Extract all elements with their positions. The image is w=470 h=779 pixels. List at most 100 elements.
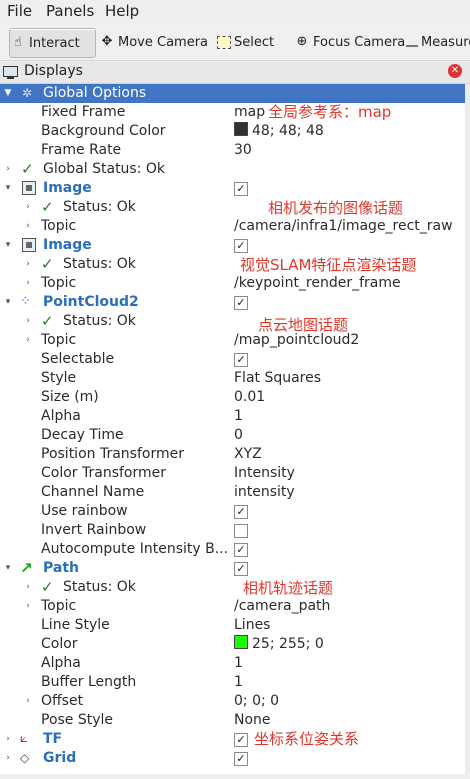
tree-row-pointcloud2[interactable]: ▾ ⁘ PointCloud2 ✓ — [0, 293, 465, 312]
expand-arrow-icon[interactable]: › — [23, 331, 33, 350]
menu-file[interactable]: File — [7, 2, 32, 20]
tree-row-size[interactable]: Size (m) 0.01 — [0, 388, 465, 407]
expand-arrow-icon[interactable]: › — [23, 274, 33, 293]
pointcloud2-enabled-checkbox[interactable]: ✓ — [234, 296, 248, 310]
tree-row-pointcloud2-topic[interactable]: › Topic /map_pointcloud2 — [0, 331, 465, 350]
autocompute-intensity-checkbox[interactable]: ✓ — [234, 543, 248, 557]
fixed-frame-value[interactable]: map — [234, 103, 265, 122]
global-status-label: Global Status: Ok — [43, 161, 166, 177]
channel-name-value[interactable]: intensity — [234, 483, 295, 502]
tree-row-global-status[interactable]: › ✓ Global Status: Ok — [0, 160, 465, 179]
expand-arrow-icon[interactable]: › — [23, 692, 33, 711]
alpha-value[interactable]: 1 — [234, 407, 243, 426]
tree-row-image-2-status[interactable]: › ✓ Status: Ok 视觉SLAM特征点渲染话题 — [0, 255, 465, 274]
expand-arrow-icon[interactable]: › — [23, 217, 33, 236]
focus-camera-button[interactable]: ⊕ Focus Camera — [294, 28, 406, 56]
tree-row-buffer-length[interactable]: Buffer Length 1 — [0, 673, 465, 692]
tree-row-channel-name[interactable]: Channel Name intensity — [0, 483, 465, 502]
tree-row-decay-time[interactable]: Decay Time 0 — [0, 426, 465, 445]
tree-row-tf[interactable]: › ⟀ TF ✓ 坐标系位姿关系 — [0, 730, 465, 749]
tree-row-path-status[interactable]: › ✓ Status: Ok 相机轨迹话题 — [0, 578, 465, 597]
expand-arrow-icon[interactable]: › — [3, 749, 13, 768]
collapse-arrow-icon[interactable]: ▼ — [3, 84, 13, 103]
tree-row-invert-rainbow[interactable]: Invert Rainbow — [0, 521, 465, 540]
tree-row-fixed-frame[interactable]: Fixed Frame map 全局参考系：map — [0, 103, 465, 122]
grid-enabled-checkbox[interactable]: ✓ — [234, 752, 248, 766]
measure-button[interactable]: Measure — [406, 28, 470, 56]
collapse-arrow-icon[interactable]: ▾ — [3, 559, 13, 578]
tree-row-alpha[interactable]: Alpha 1 — [0, 407, 465, 426]
tree-row-path-alpha[interactable]: Alpha 1 — [0, 654, 465, 673]
tree-row-global-options[interactable]: ▼ ✲ Global Options — [0, 84, 465, 103]
tree-row-use-rainbow[interactable]: Use rainbow ✓ — [0, 502, 465, 521]
image-2-topic-value[interactable]: /keypoint_render_frame — [234, 274, 401, 293]
tree-row-color-transformer[interactable]: Color Transformer Intensity — [0, 464, 465, 483]
tree-row-frame-rate[interactable]: Frame Rate 30 — [0, 141, 465, 160]
menu-help[interactable]: Help — [105, 2, 139, 20]
collapse-arrow-icon[interactable]: ▾ — [3, 293, 13, 312]
tree-row-selectable[interactable]: Selectable ✓ — [0, 350, 465, 369]
selectable-label: Selectable — [41, 351, 115, 367]
image-1-status: Status: Ok — [63, 199, 136, 215]
background-color-value[interactable]: 48; 48; 48 — [234, 122, 324, 141]
tree-row-grid[interactable]: › ◇ Grid ✓ — [0, 749, 465, 768]
collapse-arrow-icon[interactable]: ▾ — [3, 179, 13, 198]
image-1-enabled-checkbox[interactable]: ✓ — [234, 182, 248, 196]
expand-arrow-icon[interactable]: › — [23, 578, 33, 597]
tree-row-path[interactable]: ▾ ↗ Path ✓ — [0, 559, 465, 578]
tree-row-autocompute-intensity[interactable]: Autocompute Intensity B... ✓ — [0, 540, 465, 559]
path-topic-value[interactable]: /camera_path — [234, 597, 330, 616]
color-transformer-value[interactable]: Intensity — [234, 464, 295, 483]
expand-arrow-icon[interactable]: › — [23, 255, 33, 274]
path-alpha-value[interactable]: 1 — [234, 654, 243, 673]
tree-row-image-2[interactable]: ▾ Image ✓ — [0, 236, 465, 255]
tf-enabled-checkbox[interactable]: ✓ — [234, 733, 248, 747]
image-1-topic-label: Topic — [41, 218, 77, 234]
autocompute-intensity-label: Autocompute Intensity B... — [41, 541, 229, 557]
tree-row-image-1-topic[interactable]: › Topic /camera/infra1/image_rect_raw — [0, 217, 465, 236]
tree-row-background-color[interactable]: Background Color 48; 48; 48 — [0, 122, 465, 141]
tree-row-image-1-status[interactable]: › ✓ Status: Ok 相机发布的图像话题 — [0, 198, 465, 217]
tree-row-pose-style[interactable]: Pose Style None — [0, 711, 465, 730]
invert-rainbow-checkbox[interactable] — [234, 524, 248, 538]
expand-arrow-icon[interactable]: › — [23, 198, 33, 217]
expand-arrow-icon[interactable]: › — [3, 160, 13, 179]
tree-row-path-topic[interactable]: › Topic /camera_path — [0, 597, 465, 616]
position-transformer-label: Position Transformer — [41, 446, 184, 462]
frame-rate-value[interactable]: 30 — [234, 141, 252, 160]
tree-row-style[interactable]: Style Flat Squares — [0, 369, 465, 388]
decay-time-value[interactable]: 0 — [234, 426, 243, 445]
tree-row-image-1[interactable]: ▾ Image ✓ — [0, 179, 465, 198]
pointcloud2-topic-value[interactable]: /map_pointcloud2 — [234, 331, 359, 350]
tree-row-line-style[interactable]: Line Style Lines — [0, 616, 465, 635]
use-rainbow-checkbox[interactable]: ✓ — [234, 505, 248, 519]
style-value[interactable]: Flat Squares — [234, 369, 321, 388]
scrollbar[interactable] — [465, 84, 470, 774]
expand-arrow-icon[interactable]: › — [3, 730, 13, 749]
image-2-enabled-checkbox[interactable]: ✓ — [234, 239, 248, 253]
path-enabled-checkbox[interactable]: ✓ — [234, 562, 248, 576]
tree-row-image-2-topic[interactable]: › Topic /keypoint_render_frame — [0, 274, 465, 293]
tree-row-pointcloud2-status[interactable]: › ✓ Status: Ok 点云地图话题 — [0, 312, 465, 334]
image-1-topic-value[interactable]: /camera/infra1/image_rect_raw — [234, 217, 453, 236]
selectable-checkbox[interactable]: ✓ — [234, 353, 248, 367]
size-value[interactable]: 0.01 — [234, 388, 265, 407]
tree-row-position-transformer[interactable]: Position Transformer XYZ — [0, 445, 465, 464]
tree-row-path-color[interactable]: Color 25; 255; 0 — [0, 635, 465, 654]
select-button[interactable]: Select — [217, 28, 274, 56]
expand-arrow-icon[interactable]: › — [23, 312, 33, 331]
close-icon[interactable]: ✕ — [448, 64, 462, 78]
move-camera-button[interactable]: ✥ Move Camera — [99, 28, 208, 56]
collapse-arrow-icon[interactable]: ▾ — [3, 236, 13, 255]
pose-style-value[interactable]: None — [234, 711, 271, 730]
tree-row-offset[interactable]: › Offset 0; 0; 0 — [0, 692, 465, 711]
offset-value[interactable]: 0; 0; 0 — [234, 692, 279, 711]
menu-panels[interactable]: Panels — [46, 2, 94, 20]
expand-arrow-icon[interactable]: › — [23, 597, 33, 616]
path-color-value[interactable]: 25; 255; 0 — [234, 635, 324, 654]
annotation-fixed-frame: 全局参考系：map — [268, 103, 392, 121]
line-style-value[interactable]: Lines — [234, 616, 270, 635]
position-transformer-value[interactable]: XYZ — [234, 445, 262, 464]
interact-button[interactable]: ☝ Interact — [9, 28, 96, 58]
buffer-length-value[interactable]: 1 — [234, 673, 243, 692]
